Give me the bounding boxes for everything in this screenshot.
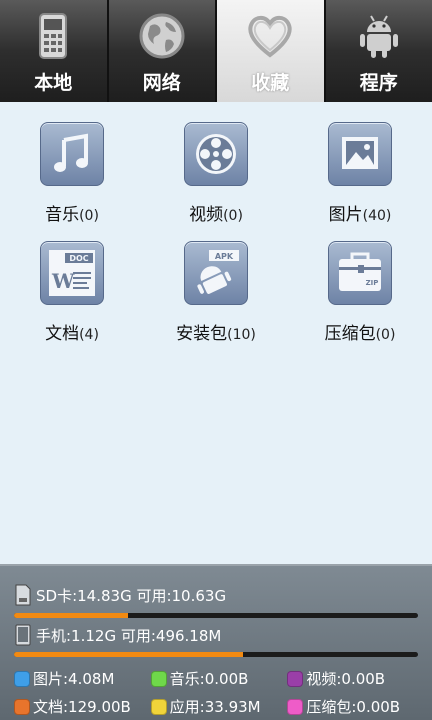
document-icon: DOC W (40, 241, 104, 305)
sd-card-usage-bar (14, 613, 418, 618)
svg-text:W: W (51, 269, 75, 293)
legend-archives-swatch (287, 698, 304, 715)
category-documents[interactable]: DOC W 文档(4) (0, 241, 144, 344)
category-documents-name: 文档 (45, 324, 80, 344)
legend-music-label: 音乐:0.00B (169, 670, 249, 688)
category-apk[interactable]: APK 安装包(10) (144, 241, 288, 344)
legend-pictures: 图片:4.08M (14, 668, 151, 689)
legend-music: 音乐:0.00B (150, 668, 288, 689)
category-video-count: (0) (223, 208, 243, 224)
category-video[interactable]: 视频(0) (144, 122, 288, 225)
sd-card-info: SD卡:14.83G 可用:10.63G (36, 586, 227, 605)
category-apk-count: (10) (227, 327, 256, 343)
legend-archives-label: 压缩包:0.00B (306, 698, 401, 716)
category-music[interactable]: 音乐(0) (0, 122, 144, 225)
legend-video-label: 视频:0.00B (306, 670, 386, 688)
tab-local[interactable]: 本地 (0, 0, 109, 102)
legend-pictures-swatch (14, 670, 30, 687)
phone-usage-fill (14, 652, 244, 657)
category-archives-count: (0) (375, 327, 396, 343)
film-reel-icon (184, 122, 248, 186)
legend-row-2: 文档:129.00B 应用:33.93M 压缩包:0.00B (14, 696, 424, 717)
phone-icon (39, 13, 68, 59)
category-pictures-count: (40) (362, 208, 392, 224)
category-apk-name: 安装包 (176, 324, 228, 344)
apk-package-icon: APK (184, 241, 248, 305)
tab-favorites[interactable]: 收藏 (217, 0, 326, 102)
tab-bar: 本地 网络 收藏 程序 (0, 0, 432, 102)
category-archives-name: 压缩包 (324, 324, 376, 344)
svg-text:DOC: DOC (69, 254, 88, 263)
tab-network-label: 网络 (142, 72, 181, 94)
legend-documents: 文档:129.00B (14, 696, 151, 717)
phone-usage-bar (14, 652, 418, 657)
legend-video-swatch (287, 670, 304, 687)
music-icon (40, 122, 104, 186)
category-video-name: 视频 (189, 205, 224, 225)
phone-storage-info: 手机:1.12G 可用:496.18M (36, 626, 222, 645)
tab-local-label: 本地 (34, 72, 73, 94)
heart-icon (248, 15, 292, 58)
tab-programs-label: 程序 (359, 72, 398, 94)
category-pictures[interactable]: 图片(40) (288, 122, 432, 225)
legend-apps-swatch (150, 698, 167, 715)
sd-card-usage-fill (14, 613, 129, 618)
picture-icon (328, 122, 392, 186)
legend-documents-label: 文档:129.00B (33, 698, 131, 716)
legend-documents-swatch (14, 698, 30, 715)
sd-card-row: SD卡:14.83G 可用:10.63G (14, 584, 226, 606)
legend-archives: 压缩包:0.00B (287, 696, 424, 717)
tab-programs[interactable]: 程序 (325, 0, 432, 102)
favorites-panel: 音乐(0) 视频(0) 图片(40) DOC W 文档(4) APK 安装包(1… (0, 102, 432, 564)
legend-pictures-label: 图片:4.08M (33, 670, 115, 688)
tab-network[interactable]: 网络 (108, 0, 217, 102)
category-documents-count: (4) (79, 327, 99, 343)
android-icon (359, 15, 398, 58)
svg-text:ZIP: ZIP (366, 279, 379, 287)
category-grid: 音乐(0) 视频(0) 图片(40) DOC W 文档(4) APK 安装包(1… (0, 122, 432, 344)
category-music-count: (0) (79, 208, 99, 224)
tab-favorites-label: 收藏 (251, 72, 290, 94)
legend-music-swatch (150, 670, 167, 687)
zip-archive-icon: ZIP (328, 241, 392, 305)
legend-apps-label: 应用:33.93M (169, 698, 261, 716)
legend-apps: 应用:33.93M (150, 696, 288, 717)
category-pictures-name: 图片 (328, 205, 363, 225)
category-archives[interactable]: ZIP 压缩包(0) (288, 241, 432, 344)
sd-card-icon (15, 584, 31, 606)
legend-row-1: 图片:4.08M 音乐:0.00B 视频:0.00B (14, 668, 424, 689)
globe-icon (139, 13, 185, 59)
phone-storage-icon (15, 624, 31, 646)
storage-panel: SD卡:14.83G 可用:10.63G 手机:1.12G 可用:496.18M… (0, 564, 432, 720)
phone-row: 手机:1.12G 可用:496.18M (14, 624, 221, 646)
svg-text:APK: APK (215, 252, 234, 261)
category-music-name: 音乐 (45, 205, 80, 225)
legend-video: 视频:0.00B (287, 668, 424, 689)
